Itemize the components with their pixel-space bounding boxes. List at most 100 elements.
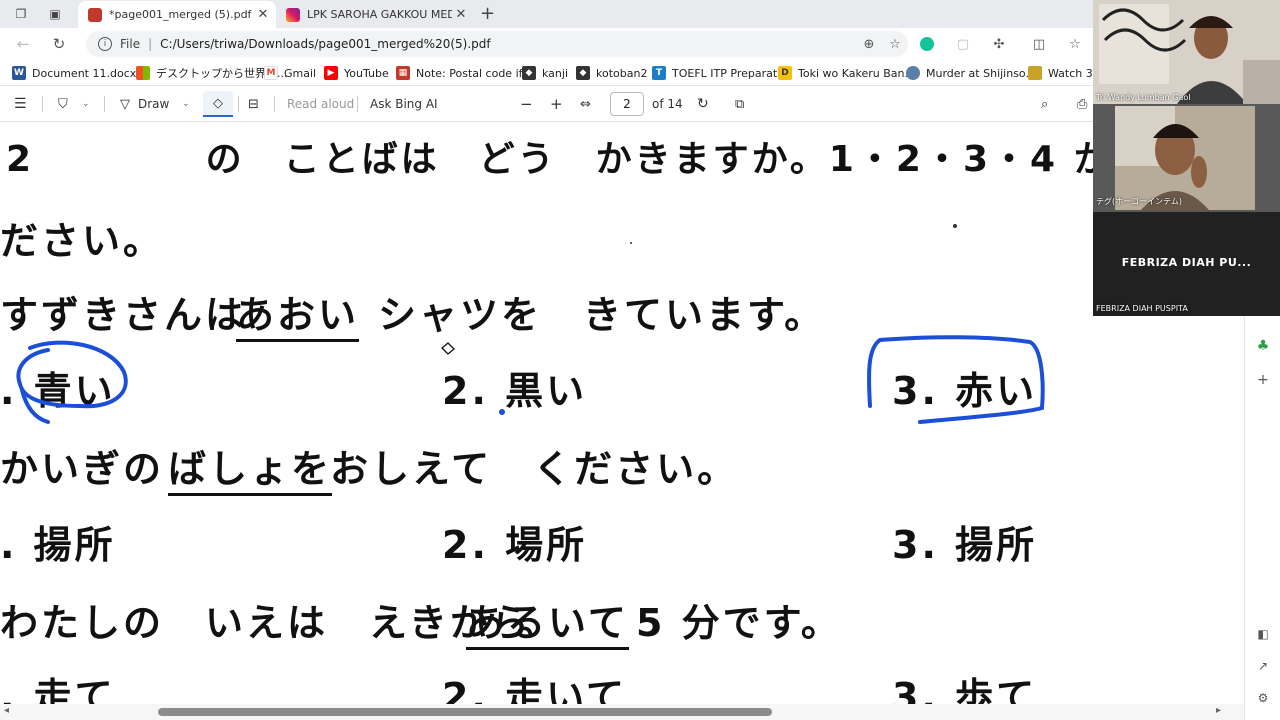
print-icon[interactable]: ⎙ (1077, 95, 1087, 113)
divider (104, 96, 105, 112)
tab-instagram[interactable]: LPK SAROHA GAKKOU MEDAN ( ✕ (276, 1, 474, 28)
bookmark-item[interactable]: Murder at Shijinso... (906, 65, 1036, 81)
page-total: of 14 (652, 97, 683, 111)
question-3-option-1: . 走て (0, 675, 116, 704)
participant-name: Tri Wandy Lumban Gaol (1096, 93, 1191, 102)
info-icon[interactable]: i (98, 37, 112, 51)
bookmark-label: kanji (542, 66, 569, 80)
horizontal-scrollbar[interactable]: ◂ ▸ (0, 704, 1244, 720)
bookmark-item[interactable]: ◆ kanji (522, 65, 568, 81)
tab-title: *page001_merged (5).pdf (109, 8, 252, 21)
favorites-icon[interactable]: ☆ (1064, 33, 1086, 55)
scroll-right-icon[interactable]: ▸ (1216, 705, 1221, 716)
favorite-star-icon[interactable]: ☆ (882, 37, 908, 52)
split-screen-icon[interactable]: ◫ (1028, 33, 1050, 55)
page-view-icon[interactable]: ⧉ (735, 95, 744, 113)
bookmark-label: kotoban2 (596, 66, 648, 80)
close-icon[interactable]: ✕ (452, 7, 470, 22)
bookmark-item[interactable]: ▶ YouTube (324, 65, 389, 81)
bookmark-label: TOEFL ITP Preparati... (672, 66, 791, 80)
text-box-icon[interactable]: ⊟ (248, 95, 259, 113)
bookmark-label: YouTube (344, 66, 389, 80)
settings-icon[interactable]: ⚙ (1255, 690, 1271, 706)
question-1-option-1: . 青い (0, 369, 116, 413)
question-2-option-3: 3. 揚所 (892, 523, 1038, 567)
tab-pdf[interactable]: *page001_merged (5).pdf ✕ (78, 1, 276, 28)
highlight-icon[interactable]: ⛉ (58, 95, 68, 113)
pen-icon: ▽ (120, 96, 130, 112)
divider (357, 96, 358, 112)
participant-tile-2[interactable]: テグ(ホーコーインテム) (1093, 104, 1280, 212)
question-header-continued: ださい。 (0, 219, 165, 263)
draw-button[interactable]: ▽ Draw (120, 95, 169, 113)
bookmark-label: Document 11.docx... (32, 66, 147, 80)
bookmark-label: Note: Postal code if... (416, 66, 533, 80)
scheme-label: File (120, 37, 141, 51)
participant-tile-1[interactable]: Tri Wandy Lumban Gaol (1093, 0, 1280, 104)
open-external-icon[interactable]: ↗ (1255, 658, 1271, 674)
zoom-in-button[interactable]: + (550, 95, 563, 113)
divider (274, 96, 275, 112)
question-1-option-2: 2. 黒い (442, 369, 588, 413)
bookmark-item[interactable]: T TOEFL ITP Preparati... (652, 65, 791, 81)
search-icon[interactable]: ⌕ (1041, 95, 1048, 113)
scan-speck (953, 224, 957, 228)
back-button[interactable]: ← (12, 33, 34, 55)
scan-speck (630, 242, 632, 244)
watch-icon (1028, 66, 1042, 80)
sidebar-toggle-icon[interactable]: ◧ (1255, 626, 1271, 642)
chevron-down-icon[interactable]: ⌄ (182, 95, 190, 113)
read-aloud-button[interactable]: Read aloud (287, 95, 354, 113)
murder-icon (906, 66, 920, 80)
kotoban-icon: ◆ (576, 66, 590, 80)
close-icon[interactable]: ✕ (254, 7, 272, 22)
pdf-toolbar: ☰ ⛉ ⌄ ▽ Draw ⌄ ◇ ⊟ Read aloud Ask Bing AI… (0, 86, 1280, 122)
extension-icon[interactable]: ▢ (952, 33, 974, 55)
scrollbar-thumb[interactable] (158, 708, 772, 716)
contents-icon[interactable]: ☰ (14, 95, 27, 113)
tree-icon[interactable]: ♣ (1255, 338, 1271, 354)
word-icon: W (12, 66, 26, 80)
question-header: 2 の ことばは どう かきますか。1・2・3・4 から いち (6, 139, 1244, 180)
instagram-icon (286, 7, 300, 22)
new-tab-button[interactable]: + (480, 3, 495, 24)
bookmark-item[interactable]: ◆ kotoban2 (576, 65, 647, 81)
divider: | (148, 37, 153, 51)
fit-page-icon[interactable]: ⇔ (580, 95, 591, 113)
video-call-overlay[interactable]: Tri Wandy Lumban Gaol テグ(ホーコーインテム) FEBRI… (1093, 0, 1280, 316)
question-3-sentence: わたしの いえは えきから (0, 601, 532, 645)
participant-3-initials: FEBRIZA DIAH PU... (1121, 256, 1252, 269)
add-icon[interactable]: + (1255, 372, 1271, 388)
participant-1-video (1093, 0, 1280, 104)
bookmark-label: Murder at Shijinso... (926, 66, 1036, 80)
url-text[interactable]: C:/Users/triwa/Downloads/page001_merged%… (160, 37, 856, 51)
grammarly-icon[interactable] (916, 33, 938, 55)
eraser-cursor-icon (441, 342, 455, 355)
question-1-sentence: すずきさんは (0, 293, 247, 337)
workspaces-icon[interactable]: ❐ (12, 5, 30, 23)
zoom-out-button[interactable]: − (520, 95, 533, 113)
bookmark-item[interactable]: D Toki wo Kakeru Ban... (778, 65, 915, 81)
ask-bing-button[interactable]: Ask Bing AI (370, 95, 438, 113)
extensions-puzzle-icon[interactable]: ✣ (988, 33, 1010, 55)
address-bar[interactable]: i File | C:/Users/triwa/Downloads/page00… (86, 31, 908, 57)
question-3-underlined: あるいて (466, 592, 629, 650)
windows-icon (136, 66, 150, 80)
bookmarks-bar: W Document 11.docx... デスクトップから世界に... M Gma… (0, 60, 1280, 86)
zoom-icon[interactable]: ⊕ (856, 37, 882, 52)
question-2-sentence-rest: おしえて ください。 (330, 447, 739, 491)
tab-actions-icon[interactable]: ▣ (46, 5, 64, 23)
bookmark-item[interactable]: ▦ Note: Postal code if... (396, 65, 532, 81)
bookmark-item[interactable]: W Document 11.docx... (12, 65, 147, 81)
refresh-button[interactable]: ↻ (48, 33, 70, 55)
scroll-left-icon[interactable]: ◂ (4, 705, 9, 716)
chevron-down-icon[interactable]: ⌄ (82, 95, 90, 113)
rotate-icon[interactable]: ↻ (697, 95, 709, 113)
page-number-input[interactable]: 2 (610, 92, 644, 116)
bookmark-item[interactable]: M Gmail (264, 65, 316, 81)
eraser-button[interactable]: ◇ (203, 91, 233, 117)
draw-label: Draw (138, 97, 170, 111)
navigation-bar: ← ↻ i File | C:/Users/triwa/Downloads/pa… (0, 28, 1280, 60)
question-1-option-3: 3. 赤い (892, 369, 1038, 413)
pdf-page[interactable]: 2 の ことばは どう かきますか。1・2・3・4 から いち ださい。 すずき… (0, 122, 1244, 704)
